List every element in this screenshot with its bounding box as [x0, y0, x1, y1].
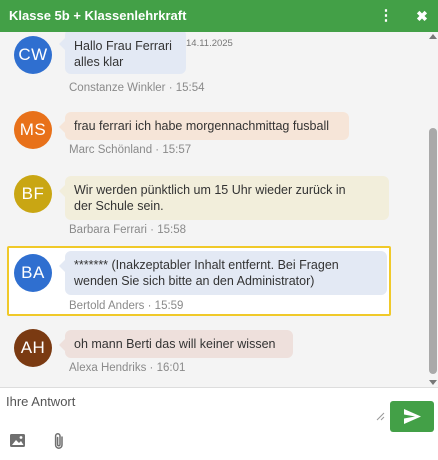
- message-list[interactable]: CW Hallo Frau Ferrari alles klar 14.11.2…: [0, 32, 438, 387]
- image-icon[interactable]: [8, 431, 28, 451]
- message-bubble: oh mann Berti das will keiner wissen: [59, 330, 293, 358]
- message-time: 15:58: [157, 224, 186, 236]
- author-name: Barbara Ferrari: [69, 224, 147, 236]
- scroll-thumb[interactable]: [429, 128, 437, 374]
- message-meta: Constanze Winkler · 15:54: [69, 82, 205, 94]
- message-text-line: ******* (Inakzeptabler Inhalt entfernt. …: [74, 258, 339, 272]
- close-icon[interactable]: ✖: [412, 6, 432, 26]
- kebab-icon[interactable]: ⋮: [376, 6, 396, 26]
- author-name: Constanze Winkler: [69, 82, 166, 94]
- message-meta: Barbara Ferrari · 15:58: [69, 224, 186, 236]
- message-time: 15:57: [162, 144, 192, 156]
- reply-input[interactable]: [6, 394, 386, 424]
- message-meta: Marc Schönland · 15:57: [69, 144, 192, 156]
- resize-grip-icon[interactable]: [376, 412, 385, 421]
- message-bubble: ******* (Inakzeptabler Inhalt entfernt. …: [59, 251, 387, 295]
- message-time: 16:01: [156, 362, 186, 374]
- message-text-line: Hallo Frau Ferrari: [74, 39, 172, 53]
- message-bubble: Wir werden pünktlich um 15 Uhr wieder zu…: [59, 176, 389, 220]
- scroll-up-arrow-icon[interactable]: [429, 34, 437, 39]
- message-text-line: Wir werden pünktlich um 15 Uhr wieder zu…: [74, 183, 346, 197]
- paperclip-icon[interactable]: [49, 431, 69, 451]
- title-bar: Klasse 5b + Klassenlehrkraft ⋮ ✖: [0, 0, 438, 32]
- reply-composer: [0, 387, 438, 460]
- author-name: Bertold Anders: [69, 300, 145, 312]
- scrollbar[interactable]: [428, 32, 438, 387]
- message-text-line: frau ferrari ich habe morgennachmittag f…: [74, 119, 329, 133]
- message-text-line: der Schule sein.: [74, 199, 164, 213]
- message-text-line: alles klar: [74, 55, 124, 69]
- message-text-line: oh mann Berti das will keiner wissen: [74, 337, 276, 351]
- chat-title: Klasse 5b + Klassenlehrkraft: [9, 8, 187, 23]
- message-meta: Bertold Anders · 15:59: [69, 300, 184, 312]
- message-meta: Alexa Hendriks · 16:01: [69, 362, 186, 374]
- author-name: Marc Schönland: [69, 144, 153, 156]
- avatar[interactable]: MS: [14, 111, 52, 149]
- send-button[interactable]: [390, 401, 434, 432]
- author-name: Alexa Hendriks: [69, 362, 147, 374]
- avatar[interactable]: AH: [14, 329, 52, 367]
- message-bubble: frau ferrari ich habe morgennachmittag f…: [59, 112, 349, 140]
- message-time: 15:59: [154, 300, 184, 312]
- scroll-down-arrow-icon[interactable]: [429, 380, 437, 385]
- avatar[interactable]: BF: [14, 175, 52, 213]
- avatar[interactable]: BA: [14, 254, 52, 292]
- send-icon: [404, 409, 421, 424]
- message-bubble: Hallo Frau Ferrari alles klar: [59, 32, 186, 74]
- message-text-line: wenden Sie sich bitte an den Administrat…: [74, 274, 315, 288]
- message-time: 15:54: [175, 82, 205, 94]
- avatar[interactable]: CW: [14, 36, 52, 74]
- date-label: 14.11.2025: [186, 38, 233, 49]
